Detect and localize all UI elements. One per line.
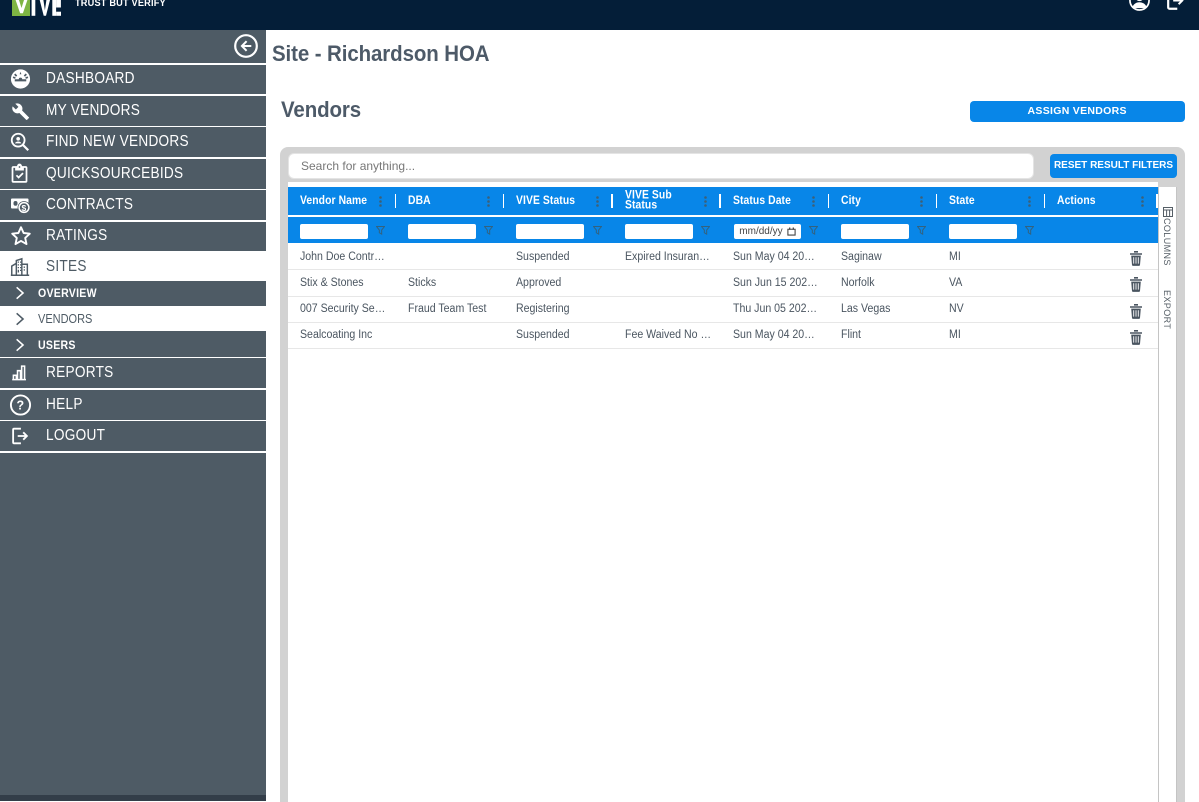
svg-text:?: ? [17,398,25,412]
svg-text:$: $ [21,203,26,213]
